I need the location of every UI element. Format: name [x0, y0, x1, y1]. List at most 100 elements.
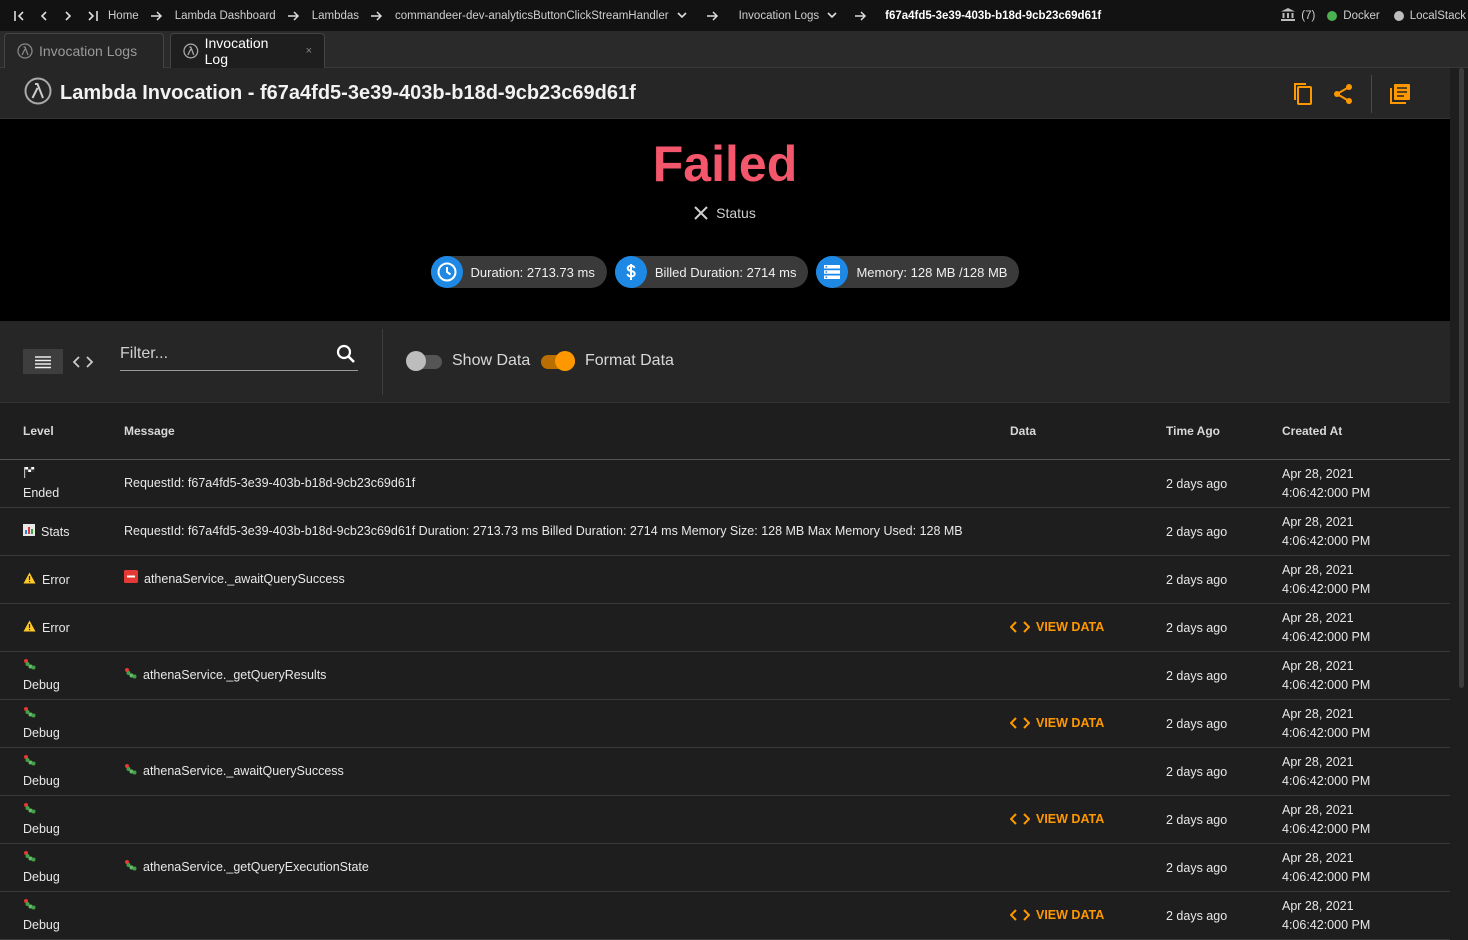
code-view-button[interactable] — [63, 349, 103, 374]
list-view-button[interactable] — [23, 349, 63, 374]
data-cell: VIEW DATA — [993, 620, 1166, 636]
created-time: 4:06:42:000 PM — [1282, 629, 1371, 644]
close-icon — [694, 206, 708, 220]
created-at-cell: Apr 28, 2021 4:06:42:000 PM — [1282, 897, 1450, 935]
table-row[interactable]: Debug athenaService._awaitQuerySuccess 2… — [0, 748, 1450, 796]
created-at-cell: Apr 28, 2021 4:06:42:000 PM — [1282, 801, 1450, 839]
created-time: 4:06:42:000 PM — [1282, 773, 1371, 788]
error-badge-icon — [124, 570, 138, 589]
created-at-cell: Apr 28, 2021 4:06:42:000 PM — [1282, 705, 1450, 743]
memory-chip: Memory: 128 MB /128 MB — [816, 256, 1020, 288]
table-row[interactable]: Debug athenaService._getQueryResults 2 d… — [0, 652, 1450, 700]
created-date: Apr 28, 2021 — [1282, 466, 1354, 481]
copy-button[interactable] — [1283, 74, 1323, 114]
table-row[interactable]: Stats RequestId: f67a4fd5-3e39-403b-b18d… — [0, 508, 1450, 556]
table-row[interactable]: Error VIEW DATA 2 days ago Apr 28, 2021 4… — [0, 604, 1450, 652]
column-header-data[interactable]: Data — [993, 424, 1166, 438]
table-row[interactable]: Debug VIEW DATA 2 days ago Apr 28, 2021 4… — [0, 700, 1450, 748]
page-scrollbar[interactable] — [1456, 68, 1466, 940]
format-data-toggle[interactable]: Format Data — [539, 351, 674, 371]
tab-invocation-log[interactable]: Invocation Log × — [170, 33, 325, 68]
column-header-message[interactable]: Message — [123, 422, 993, 441]
duration-text: Duration: 2713.73 ms — [470, 264, 595, 280]
time-ago-cell: 2 days ago — [1166, 476, 1228, 491]
column-header-level[interactable]: Level — [0, 424, 123, 438]
lambda-icon — [17, 43, 33, 59]
format-data-switch[interactable] — [539, 351, 575, 371]
back-icon[interactable] — [32, 0, 56, 31]
table-row[interactable]: Ended RequestId: f67a4fd5-3e39-403b-b18d… — [0, 460, 1450, 508]
time-ago-cell: 2 days ago — [1166, 764, 1228, 779]
data-cell: VIEW DATA — [993, 812, 1166, 828]
table-row[interactable]: Debug VIEW DATA 2 days ago Apr 28, 2021 4… — [0, 892, 1450, 940]
copy-icon — [1294, 82, 1312, 105]
arrow-right-icon — [143, 10, 171, 21]
list-icon — [35, 355, 51, 368]
search-icon[interactable] — [336, 344, 356, 369]
warning-icon — [23, 572, 36, 587]
filter-input[interactable] — [120, 337, 320, 371]
table-row[interactable]: Debug athenaService._getQueryExecutionSt… — [0, 844, 1450, 892]
created-time: 4:06:42:000 PM — [1282, 485, 1371, 500]
column-header-created-at[interactable]: Created At — [1282, 422, 1450, 441]
table-row[interactable]: Debug VIEW DATA 2 days ago Apr 28, 2021 4… — [0, 796, 1450, 844]
localstack-status-dot — [1393, 10, 1404, 21]
breadcrumb-lambda-select[interactable]: commandeer-dev-analyticsButtonClickStrea… — [391, 10, 691, 22]
created-at-cell: Apr 28, 2021 4:06:42:000 PM — [1282, 609, 1450, 647]
table-row[interactable]: Error athenaService._awaitQuerySuccess 2… — [0, 556, 1450, 604]
lambda-icon — [183, 43, 199, 59]
localstack-label[interactable]: LocalStack — [1410, 10, 1466, 22]
created-at-cell: Apr 28, 2021 4:06:42:000 PM — [1282, 561, 1450, 599]
level-label: Error — [42, 572, 70, 587]
bug-icon — [23, 849, 123, 868]
docker-label[interactable]: Docker — [1343, 10, 1379, 22]
created-date: Apr 28, 2021 — [1282, 754, 1354, 769]
created-time: 4:06:42:000 PM — [1282, 677, 1371, 692]
dollar-icon — [614, 256, 647, 288]
level-label: Stats — [41, 524, 70, 539]
view-data-button[interactable]: VIEW DATA — [1010, 716, 1104, 730]
breadcrumb-lambda-dashboard[interactable]: Lambda Dashboard — [171, 10, 280, 22]
last-page-icon[interactable] — [80, 0, 104, 31]
bug-icon — [23, 897, 123, 916]
view-data-label: VIEW DATA — [1036, 715, 1105, 730]
accounts-count[interactable]: (7) — [1301, 10, 1315, 22]
share-button[interactable] — [1323, 74, 1363, 114]
level-label: Debug — [23, 725, 60, 740]
view-data-button[interactable]: VIEW DATA — [1010, 908, 1104, 922]
forward-icon[interactable] — [56, 0, 80, 31]
view-data-button[interactable]: VIEW DATA — [1010, 812, 1104, 826]
breadcrumb-invocation-logs-label: Invocation Logs — [738, 9, 820, 22]
tab-label: Invocation Log — [204, 35, 269, 67]
share-icon — [1334, 83, 1352, 104]
scrollbar-thumb[interactable] — [1459, 68, 1464, 688]
status-label: Status — [716, 205, 756, 221]
tab-label: Invocation Logs — [39, 43, 138, 59]
first-page-icon[interactable] — [8, 0, 32, 31]
view-data-label: VIEW DATA — [1036, 811, 1105, 826]
warning-icon — [23, 620, 36, 635]
breadcrumb-invocation-logs-select[interactable]: Invocation Logs — [735, 10, 842, 22]
bank-icon[interactable] — [1281, 7, 1296, 24]
bug-icon — [23, 801, 123, 820]
column-header-time-ago[interactable]: Time Ago — [1166, 424, 1282, 438]
tab-invocation-logs[interactable]: Invocation Logs — [4, 33, 164, 68]
message-cell: athenaService._awaitQuerySuccess — [144, 572, 345, 586]
bug-icon — [23, 657, 123, 676]
divider — [382, 329, 383, 395]
time-ago-cell: 2 days ago — [1166, 668, 1228, 683]
show-data-switch[interactable] — [406, 351, 442, 371]
breadcrumb-home[interactable]: Home — [104, 10, 143, 22]
created-at-cell: Apr 28, 2021 4:06:42:000 PM — [1282, 657, 1450, 695]
message-cell: athenaService._getQueryExecutionState — [143, 860, 369, 874]
view-data-button[interactable]: VIEW DATA — [1010, 620, 1104, 634]
show-data-toggle[interactable]: Show Data — [406, 351, 530, 371]
view-toggle — [23, 349, 103, 374]
breadcrumb-lambdas[interactable]: Lambdas — [308, 10, 363, 22]
page-title: Lambda Invocation - f67a4fd5-3e39-403b-b… — [60, 81, 636, 104]
status-panel: Failed Status Duration: 2713.73 ms Bille… — [0, 119, 1450, 321]
docs-button[interactable] — [1380, 74, 1420, 114]
message-cell: RequestId: f67a4fd5-3e39-403b-b18d-9cb23… — [124, 524, 963, 538]
level-label: Debug — [23, 773, 60, 788]
close-icon[interactable]: × — [306, 45, 312, 57]
